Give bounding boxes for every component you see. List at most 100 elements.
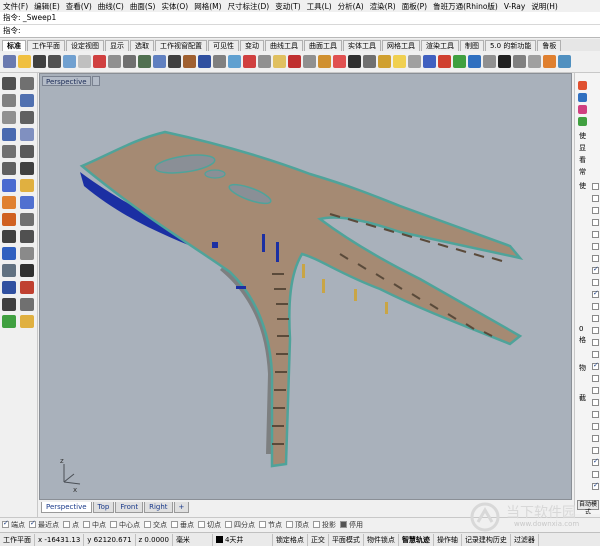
rotate-view-icon[interactable]: [183, 55, 196, 68]
viewport-menu-chevron-icon[interactable]: [92, 76, 100, 86]
globe-icon[interactable]: [498, 55, 511, 68]
toolbar-tab-1[interactable]: 工作平面: [27, 40, 65, 51]
panel-checkbox-16[interactable]: [592, 375, 599, 382]
panel-checkbox-22[interactable]: [592, 447, 599, 454]
left-tool-icon-17[interactable]: [20, 213, 34, 226]
osnap-5[interactable]: 交点: [144, 520, 167, 530]
menu-item-1[interactable]: 编辑(E): [34, 1, 60, 12]
osnap-10[interactable]: 顶点: [286, 520, 309, 530]
redo-icon[interactable]: [138, 55, 151, 68]
zoom-extents-icon[interactable]: [228, 55, 241, 68]
menu-item-5[interactable]: 实体(O): [161, 1, 188, 12]
osnap-checkbox-10[interactable]: [286, 521, 293, 528]
osnap-0[interactable]: 端点: [2, 519, 25, 530]
pen-icon[interactable]: [408, 55, 421, 68]
toolbar-tab-2[interactable]: 设定视图: [66, 40, 104, 51]
record-history-toggle[interactable]: 记录建构历史: [462, 533, 511, 546]
osnap-1[interactable]: 最近点: [29, 519, 59, 530]
left-tool-icon-22[interactable]: [2, 264, 16, 277]
sphere-icon[interactable]: [468, 55, 481, 68]
menu-item-7[interactable]: 尺寸标注(D): [228, 1, 270, 12]
print-icon[interactable]: [48, 55, 61, 68]
hide-icon[interactable]: [258, 55, 271, 68]
left-tool-icon-27[interactable]: [20, 298, 34, 311]
menu-item-6[interactable]: 网格(M): [194, 1, 221, 12]
zoom-selected-icon[interactable]: [243, 55, 256, 68]
left-tool-icon-24[interactable]: [2, 281, 16, 294]
left-tool-icon-18[interactable]: [2, 230, 16, 243]
panel-checkbox-25[interactable]: [592, 481, 599, 490]
viewport-title[interactable]: Perspective: [42, 76, 91, 86]
panel-checkbox-21[interactable]: [592, 435, 599, 442]
help-icon[interactable]: [543, 55, 556, 68]
paste-icon[interactable]: [108, 55, 121, 68]
osnap-9[interactable]: 节点: [259, 520, 282, 530]
toolbar-tab-5[interactable]: 工作视窗配置: [155, 40, 207, 51]
osnap-checkbox-5[interactable]: [144, 521, 151, 528]
left-tool-icon-14[interactable]: [2, 196, 16, 209]
left-tool-icon-29[interactable]: [20, 315, 34, 328]
left-tool-icon-9[interactable]: [20, 145, 34, 158]
left-tool-icon-21[interactable]: [20, 247, 34, 260]
left-tool-icon-13[interactable]: [20, 179, 34, 192]
layer-icon[interactable]: [288, 55, 301, 68]
toolbar-tab-10[interactable]: 实体工具: [343, 40, 381, 51]
panel-checkbox-9[interactable]: [592, 289, 599, 298]
panel-checkbox-7[interactable]: [592, 265, 599, 274]
ortho-toggle[interactable]: 正交: [308, 533, 329, 546]
panel-checkbox-14[interactable]: [592, 351, 599, 358]
planar-toggle[interactable]: 平面模式: [329, 533, 364, 546]
toolbar-tab-6[interactable]: 可见性: [208, 40, 239, 51]
panel-checkbox-1[interactable]: [592, 195, 599, 202]
left-tool-icon-4[interactable]: [2, 111, 16, 124]
left-tool-icon-16[interactable]: [2, 213, 16, 226]
osnap-12[interactable]: 停用: [340, 520, 363, 530]
car-icon[interactable]: [318, 55, 331, 68]
command-prompt-input[interactable]: 指令:: [0, 24, 600, 36]
toolbar-tab-14[interactable]: 5.0 的新功能: [485, 40, 537, 51]
zoom-window-icon[interactable]: [213, 55, 226, 68]
panel-checkbox-6[interactable]: [592, 255, 599, 262]
panel-checkbox-12[interactable]: [592, 327, 599, 334]
left-tool-icon-23[interactable]: [20, 264, 34, 277]
menu-item-0[interactable]: 文件(F): [3, 1, 28, 12]
menu-item-12[interactable]: 面板(P): [402, 1, 427, 12]
gumball-toggle[interactable]: 操作轴: [434, 533, 462, 546]
toolbar-tab-12[interactable]: 渲染工具: [421, 40, 459, 51]
left-tool-icon-5[interactable]: [20, 111, 34, 124]
auto-mode-button[interactable]: 自动模式: [577, 500, 599, 514]
toolbar-tab-8[interactable]: 曲线工具: [265, 40, 303, 51]
menu-item-10[interactable]: 分析(A): [338, 1, 364, 12]
material-icon[interactable]: [423, 55, 436, 68]
osnap-checkbox-4[interactable]: [110, 521, 117, 528]
menu-item-15[interactable]: 说明(H): [531, 1, 558, 12]
import-icon[interactable]: [63, 55, 76, 68]
left-tool-icon-10[interactable]: [2, 162, 16, 175]
lock-icon[interactable]: [273, 55, 286, 68]
panel-checkbox-2[interactable]: [592, 207, 599, 214]
menu-item-13[interactable]: 鲁班万通(Rhino版): [433, 1, 498, 12]
osnap-checkbox-3[interactable]: [83, 521, 90, 528]
left-tool-icon-8[interactable]: [2, 145, 16, 158]
menu-item-8[interactable]: 变动(T): [275, 1, 300, 12]
panel-checkbox-17[interactable]: [592, 387, 599, 394]
panel-checkbox-3[interactable]: [592, 219, 599, 226]
properties-icon[interactable]: [578, 81, 587, 90]
left-tool-icon-11[interactable]: [20, 162, 34, 175]
perspective-viewport[interactable]: z x Perspective: [39, 73, 572, 500]
lightbulb-icon[interactable]: [393, 55, 406, 68]
status-layer[interactable]: 4天井: [213, 533, 273, 546]
left-tool-icon-28[interactable]: [2, 315, 16, 328]
left-tool-icon-20[interactable]: [2, 247, 16, 260]
osnap-3[interactable]: 中点: [83, 520, 106, 530]
save-icon[interactable]: [33, 55, 46, 68]
toolbar-tab-15[interactable]: 鲁板: [537, 40, 562, 51]
light-icon[interactable]: [378, 55, 391, 68]
options-icon[interactable]: [513, 55, 526, 68]
osnap-7[interactable]: 切点: [198, 520, 221, 530]
point-icon[interactable]: [348, 55, 361, 68]
toolbar-tab-4[interactable]: 选取: [130, 40, 154, 51]
osnap-4[interactable]: 中心点: [110, 520, 140, 530]
display-icon[interactable]: [578, 105, 587, 114]
left-tool-icon-26[interactable]: [2, 298, 16, 311]
